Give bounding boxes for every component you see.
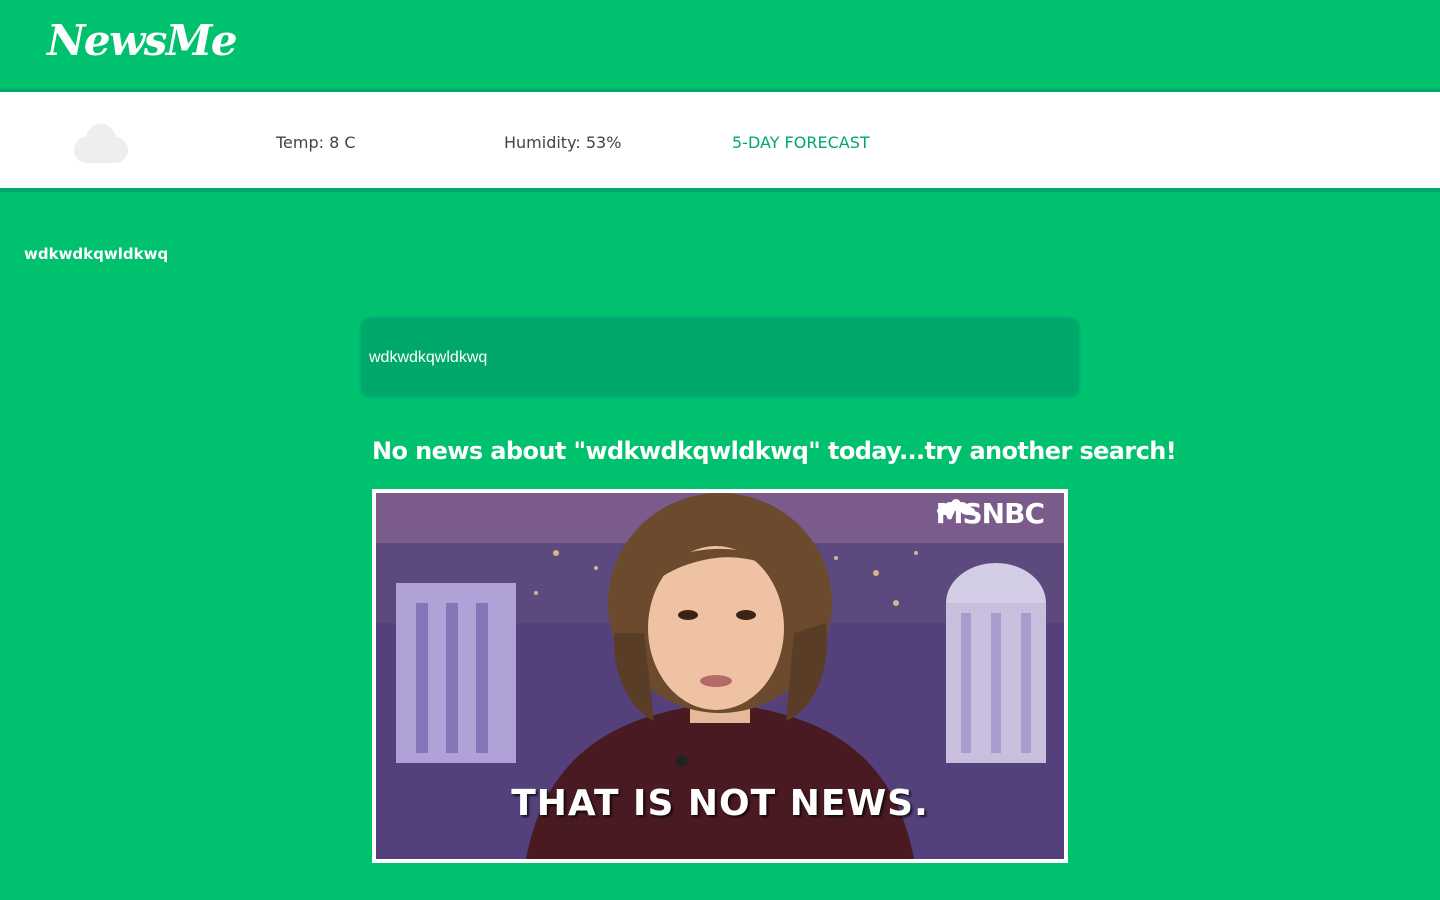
navbar: NewsMe — [0, 0, 1440, 89]
cloud-icon — [74, 124, 128, 163]
forecast-link[interactable]: 5-DAY FORECAST — [732, 133, 870, 152]
msnbc-logo: MSNBC — [936, 497, 1045, 530]
logo[interactable]: NewsMe — [47, 16, 238, 65]
no-news-message: No news about "wdkwdkqwldkwq" today...tr… — [372, 437, 1177, 465]
peacock-icon — [936, 499, 975, 515]
search-query-label: wdkwdkqwldkwq — [24, 245, 169, 263]
temperature-text: Temp: 8 C — [276, 133, 356, 152]
search-input[interactable] — [369, 338, 1069, 378]
weather-bar: Temp: 8 C Humidity: 53% 5-DAY FORECAST — [0, 89, 1440, 192]
news-gif: MSNBC THAT IS NOT NEWS. — [376, 493, 1064, 859]
humidity-text: Humidity: 53% — [504, 133, 622, 152]
gif-caption: THAT IS NOT NEWS. — [511, 783, 929, 824]
search-box[interactable] — [359, 316, 1081, 399]
gif-frame: MSNBC THAT IS NOT NEWS. — [372, 489, 1068, 863]
main-content: wdkwdkqwldkwq No news about "wdkwdkqwldk… — [0, 192, 1440, 900]
